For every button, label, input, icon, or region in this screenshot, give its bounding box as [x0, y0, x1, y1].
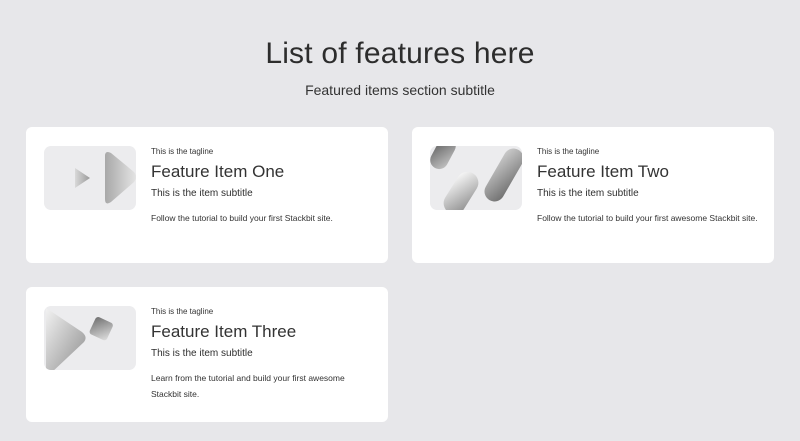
feature-tagline: This is the tagline	[537, 147, 600, 156]
feature-text: Follow the tutorial to build your first …	[151, 213, 333, 223]
feature-tagline: This is the tagline	[151, 147, 214, 156]
feature-card-body: This is the tagline Feature Item Three T…	[151, 307, 376, 402]
feature-card-two: This is the tagline Feature Item Two Thi…	[412, 127, 774, 263]
feature-card-body: This is the tagline Feature Item One Thi…	[151, 147, 376, 226]
feature-text: Follow the tutorial to build your first …	[537, 213, 758, 223]
triangle-cube-icon	[44, 306, 136, 370]
feature-subtitle: This is the item subtitle	[151, 188, 253, 199]
feature-card-one: This is the tagline Feature Item One Thi…	[26, 127, 388, 263]
feature-title: Feature Item Two	[537, 162, 669, 181]
feature-title: Feature Item One	[151, 162, 285, 181]
feature-subtitle: This is the item subtitle	[151, 348, 253, 359]
play-shapes-icon	[44, 146, 136, 210]
feature-tagline: This is the tagline	[151, 307, 214, 316]
feature-title: Feature Item Three	[151, 322, 297, 341]
feature-card-three: This is the tagline Feature Item Three T…	[26, 287, 388, 422]
section-title: List of features here	[265, 37, 535, 70]
section-subtitle: Featured items section subtitle	[305, 82, 495, 98]
feature-subtitle: This is the item subtitle	[537, 188, 639, 199]
feature-card-body: This is the tagline Feature Item Two Thi…	[537, 147, 762, 226]
slanted-pills-icon	[430, 146, 522, 210]
feature-text: Learn from the tutorial and build your f…	[151, 373, 345, 399]
